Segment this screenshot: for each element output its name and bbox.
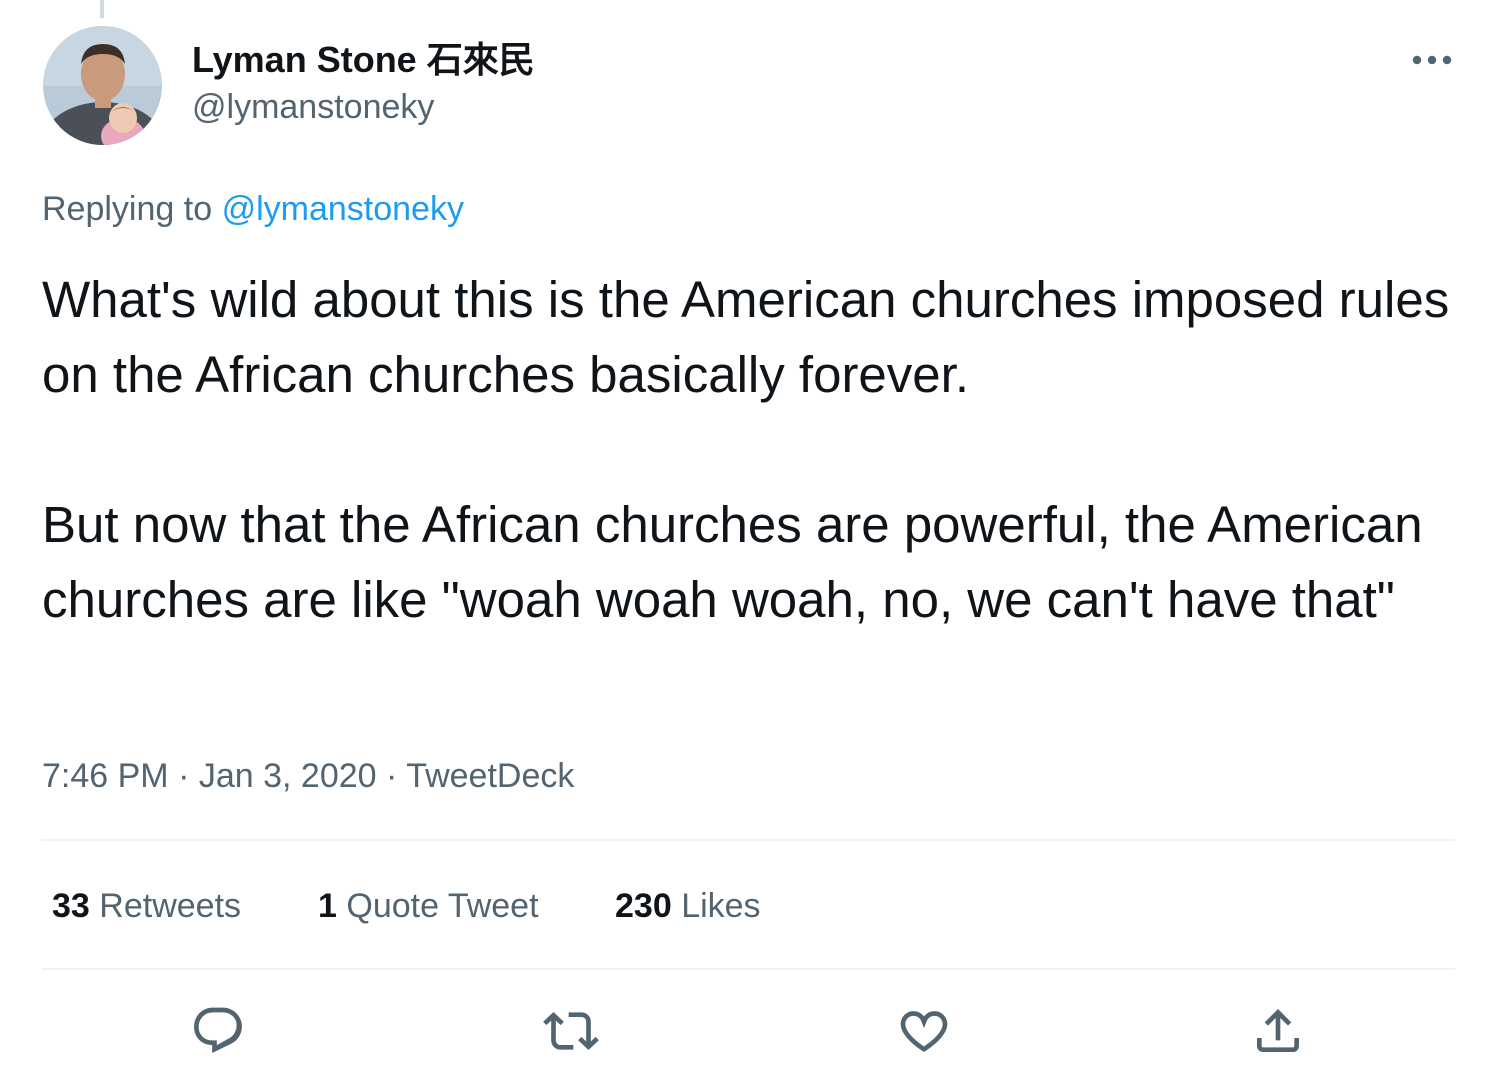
divider [42,839,1455,841]
share-button[interactable] [1250,1003,1306,1059]
tweet-paragraph: But now that the African churches are po… [42,496,1423,628]
avatar-photo [43,26,162,145]
meta-separator: · [386,757,398,795]
meta-separator: · [178,757,190,795]
reply-button[interactable] [190,1003,246,1059]
likes-stat[interactable]: 230 Likes [615,883,761,929]
share-icon [1257,1009,1299,1052]
reply-icon [194,1007,242,1054]
retweets-stat[interactable]: 33 Retweets [52,883,241,929]
quote-tweets-label: Quote Tweet [346,887,539,925]
tweet-meta: 7:46 PM · Jan 3, 2020 · TweetDeck [42,753,574,799]
tweet-time-link[interactable]: 7:46 PM [42,757,169,795]
quote-tweets-stat[interactable]: 1 Quote Tweet [318,883,539,929]
heart-icon [900,1011,948,1052]
like-button[interactable] [896,1003,952,1059]
tweet-date-link[interactable]: Jan 3, 2020 [199,757,377,795]
thread-connector-line [100,0,104,18]
author-block[interactable]: Lyman Stone 石來民 @lymanstoneky [192,36,535,130]
divider [42,968,1455,970]
more-horizontal-icon [1412,55,1452,65]
retweets-label: Retweets [99,887,242,925]
replying-to-prefix: Replying to [42,190,213,228]
tweet-paragraph: What's wild about this is the American c… [42,271,1450,403]
retweet-icon [543,1012,599,1050]
replying-to: Replying to @lymanstoneky [42,186,464,232]
retweets-count: 33 [52,887,90,925]
retweet-button[interactable] [543,1003,599,1059]
quote-tweets-count: 1 [318,887,337,925]
tweet-source-link[interactable]: TweetDeck [406,757,574,795]
tweet-text: What's wild about this is the American c… [42,262,1462,637]
likes-label: Likes [681,887,761,925]
likes-count: 230 [615,887,672,925]
display-name[interactable]: Lyman Stone 石來民 [192,36,535,84]
author-handle[interactable]: @lymanstoneky [192,84,535,130]
avatar[interactable] [43,26,162,145]
replying-to-mention-link[interactable]: @lymanstoneky [222,190,464,228]
more-options-button[interactable] [1402,40,1462,80]
